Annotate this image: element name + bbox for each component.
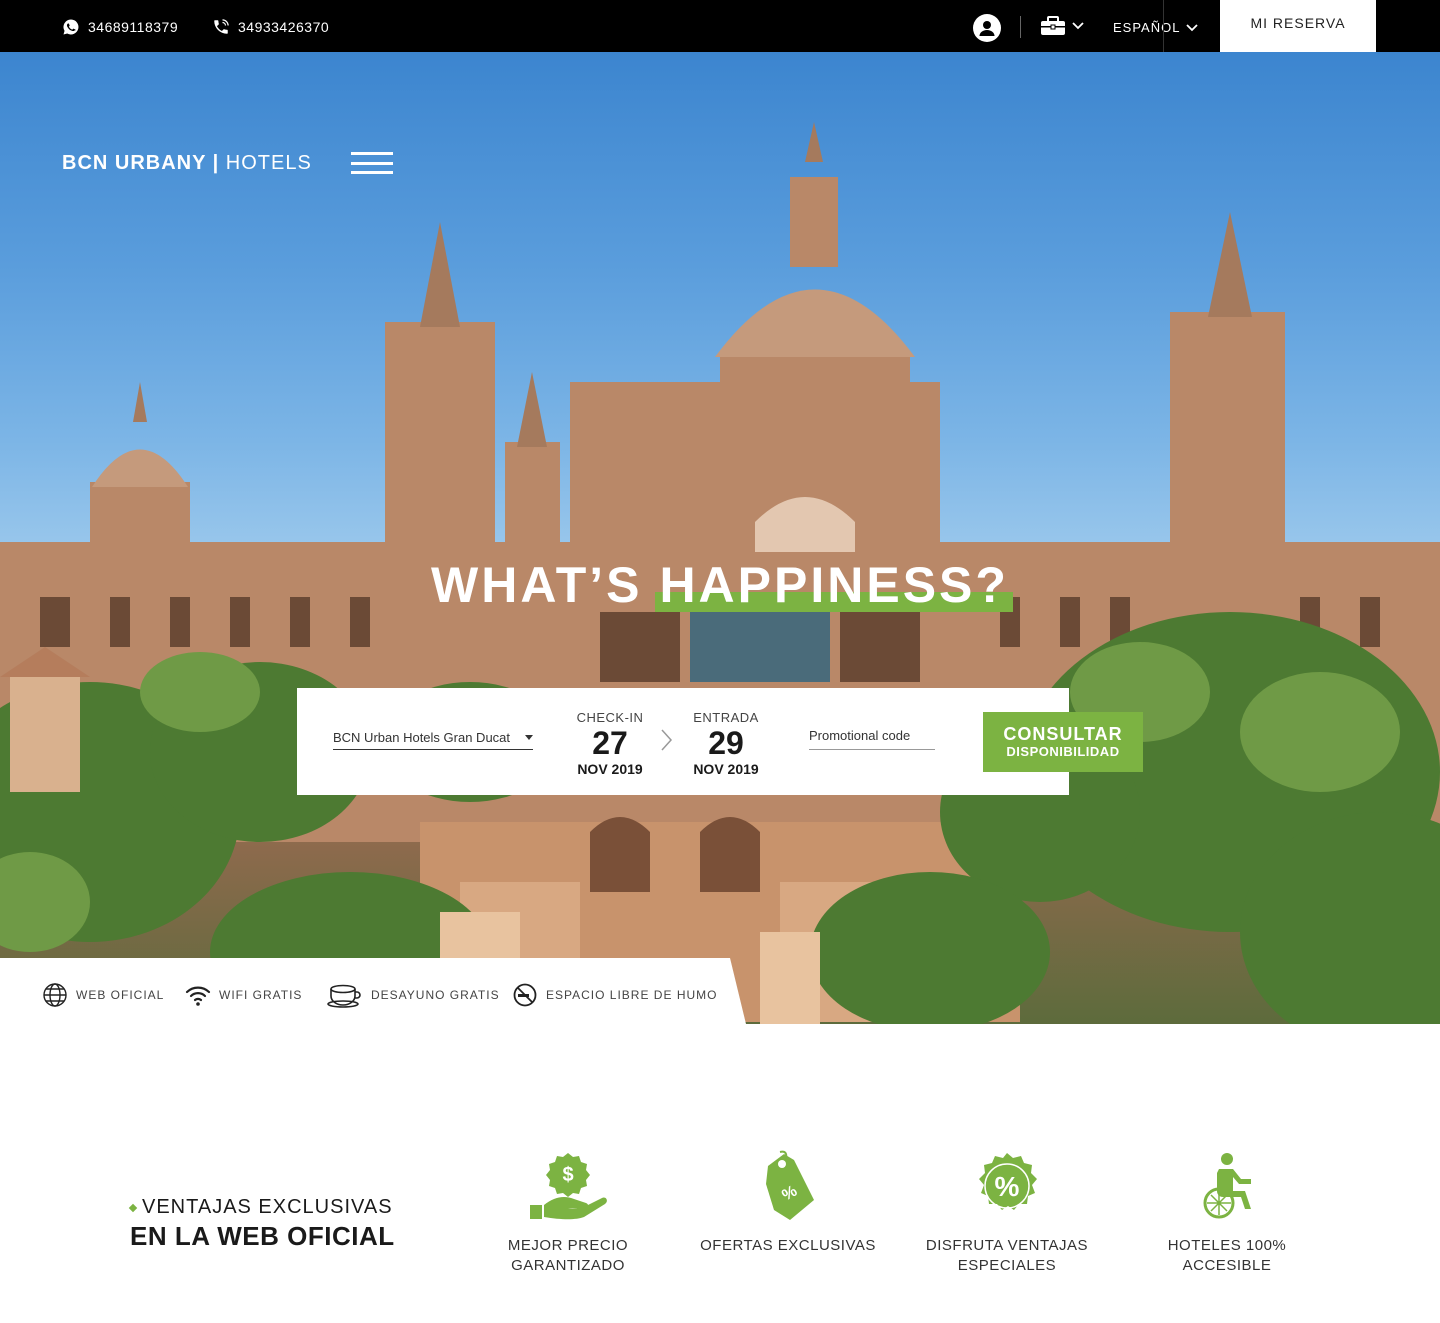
advantage-best-price: $ MEJOR PRECIO GARANTIZADO	[468, 1150, 668, 1276]
business-menu-button[interactable]	[1040, 16, 1084, 36]
briefcase-icon	[1041, 16, 1065, 35]
globe-icon	[43, 983, 67, 1007]
hamburger-line	[351, 161, 393, 165]
feature-label: ESPACIO LIBRE DE HUMO	[546, 988, 718, 1002]
chevron-right-icon	[661, 729, 673, 751]
checkout-date[interactable]: ENTRADA 29 NOV 2019	[681, 710, 771, 777]
advantage-label: ESPECIALES	[957, 1257, 1057, 1274]
svg-text:$: $	[562, 1164, 573, 1186]
checkin-date[interactable]: CHECK-IN 27 NOV 2019	[565, 710, 655, 777]
checkout-day: 29	[708, 725, 744, 761]
advantages-title: VENTAJAS EXCLUSIVAS EN LA WEB OFICIAL	[128, 1196, 395, 1252]
feature-label: WIFI GRATIS	[219, 988, 303, 1002]
whatsapp-contact[interactable]: 34689118379	[62, 18, 178, 36]
chevron-down-icon	[1186, 23, 1199, 31]
advantages-title-line2: EN LA WEB OFICIAL	[130, 1221, 395, 1251]
advantage-label: GARANTIZADO	[511, 1257, 625, 1274]
checkout-label: ENTRADA	[693, 710, 759, 725]
advantage-label: DISFRUTA VENTAJAS	[925, 1237, 1089, 1254]
user-account-button[interactable]	[973, 14, 1001, 42]
checkin-month: NOV 2019	[577, 761, 643, 777]
hamburger-line	[351, 152, 393, 155]
wheelchair-icon	[1203, 1153, 1251, 1219]
discount-tag-icon: %	[766, 1150, 814, 1220]
palace-photo	[0, 122, 1440, 1024]
phone-icon	[214, 19, 229, 34]
feature-breakfast: DESAYUNO GRATIS	[327, 982, 500, 1008]
top-bar: 34689118379 34933426370 ESPAÑOL MI RESER…	[0, 0, 1440, 52]
language-selector[interactable]: ESPAÑOL	[1113, 20, 1199, 35]
phone-contact[interactable]: 34933426370	[212, 18, 329, 36]
language-label: ESPAÑOL	[1113, 20, 1181, 35]
user-icon	[979, 21, 995, 36]
no-smoking-icon	[513, 983, 537, 1007]
mi-reserva-button[interactable]: MI RESERVA	[1220, 0, 1376, 52]
money-hand-icon: $	[530, 1153, 607, 1220]
features-strip: WEB OFICIAL WIFI GRATIS DESAYUNO GRATIS …	[0, 958, 760, 1024]
advantage-label: ACCESIBLE	[1182, 1257, 1272, 1274]
advantage-label: HOTELES 100%	[1167, 1237, 1287, 1254]
diamond-icon	[128, 1203, 138, 1212]
menu-button[interactable]	[351, 152, 393, 174]
advantages-title-line1: VENTAJAS EXCLUSIVAS	[142, 1196, 393, 1218]
promo-code-input[interactable]: Promotional code	[809, 728, 935, 750]
checkin-day: 27	[592, 725, 628, 761]
brand-name-bold: BCN URBANY |	[62, 152, 220, 174]
caret-down-icon	[525, 735, 533, 740]
hero-banner: BCN URBANY | HOTELS	[0, 52, 1440, 1024]
whatsapp-icon	[63, 19, 79, 35]
advantage-special-benefits: % DISFRUTA VENTAJAS ESPECIALES	[907, 1150, 1107, 1276]
feature-label: WEB OFICIAL	[76, 988, 165, 1002]
hero-headline: WHAT’S HAPPINESS?	[0, 556, 1440, 614]
booking-form: BCN Urban Hotels Gran Ducat CHECK-IN 27 …	[297, 688, 1069, 795]
hotel-select[interactable]: BCN Urban Hotels Gran Ducat	[333, 730, 533, 750]
feature-wifi: WIFI GRATIS	[185, 982, 302, 1008]
headline-highlight: HAPPINESS?	[655, 557, 1013, 613]
topbar-divider	[1163, 0, 1164, 52]
advantage-label: MEJOR PRECIO	[507, 1237, 629, 1254]
check-availability-sublabel: DISPONIBILIDAD	[1006, 744, 1120, 759]
check-availability-button[interactable]: CONSULTAR DISPONIBILIDAD	[983, 712, 1143, 772]
advantage-accessible: HOTELES 100% ACCESIBLE	[1127, 1150, 1327, 1276]
whatsapp-number: 34689118379	[88, 19, 179, 35]
hamburger-line	[351, 171, 393, 174]
phone-number: 34933426370	[238, 19, 330, 35]
brand-logo[interactable]: BCN URBANY | HOTELS	[62, 152, 312, 175]
check-availability-label: CONSULTAR	[1003, 724, 1123, 744]
chevron-down-icon	[1072, 22, 1084, 30]
feature-no-smoking: ESPACIO LIBRE DE HUMO	[512, 982, 717, 1008]
hotel-select-value: BCN Urban Hotels Gran Ducat	[333, 730, 511, 745]
checkin-label: CHECK-IN	[576, 710, 644, 725]
svg-text:%: %	[995, 1171, 1020, 1202]
advantage-exclusive-offers: % OFERTAS EXCLUSIVAS	[688, 1150, 888, 1256]
percent-badge-icon: %	[979, 1153, 1037, 1210]
feature-label: DESAYUNO GRATIS	[371, 988, 500, 1002]
headline-word: WHAT’S	[431, 557, 643, 613]
brand-name-light: HOTELS	[225, 152, 312, 174]
feature-web-oficial: WEB OFICIAL	[42, 982, 164, 1008]
wifi-icon	[185, 986, 211, 1006]
checkout-month: NOV 2019	[693, 761, 759, 777]
coffee-cup-icon	[327, 984, 361, 1008]
topbar-divider	[1020, 16, 1021, 38]
advantage-label: OFERTAS EXCLUSIVAS	[700, 1237, 876, 1254]
